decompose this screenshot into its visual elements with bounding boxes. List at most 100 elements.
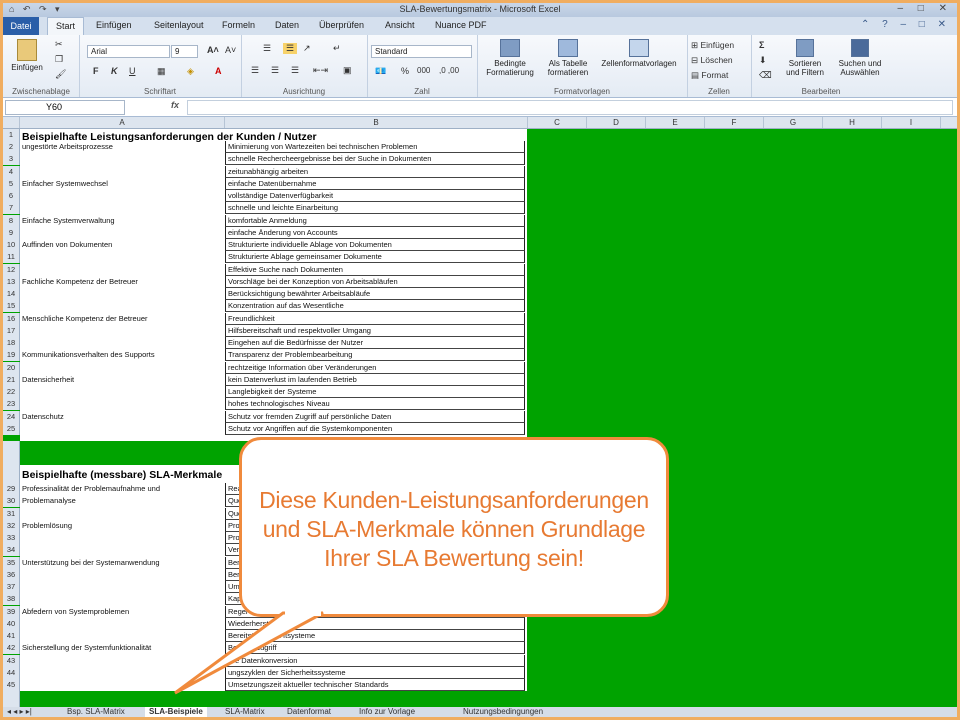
- row-header[interactable]: 5: [3, 177, 20, 190]
- clear-icon[interactable]: ⌫: [759, 70, 772, 81]
- row-header[interactable]: 14: [3, 288, 20, 300]
- wrap-text-icon[interactable]: ↵: [333, 43, 341, 54]
- row-header-gap[interactable]: [3, 441, 20, 465]
- row-header[interactable]: 33: [3, 532, 20, 544]
- cell-b[interactable]: hohes technologisches Niveau: [225, 398, 525, 411]
- number-format-select[interactable]: Standard: [371, 45, 472, 58]
- cell-b[interactable]: schnelle und leichte Einarbeitung: [225, 202, 525, 215]
- column-header-h[interactable]: H: [823, 117, 882, 128]
- cell-b[interactable]: schnelle Rechercheergebnisse bei der Suc…: [225, 153, 525, 166]
- cell-b[interactable]: Schutz vor fremden Zugriff auf persönlic…: [225, 410, 525, 423]
- cell-a[interactable]: [20, 190, 225, 202]
- align-top-icon[interactable]: ☰: [263, 43, 271, 54]
- row-header[interactable]: 4: [3, 165, 20, 178]
- tab-ueberpruefen[interactable]: Überprüfen: [319, 20, 364, 30]
- decimal-icon[interactable]: ,0 ,00: [439, 66, 459, 75]
- row-header[interactable]: 22: [3, 386, 20, 398]
- find-select-button[interactable]: Suchen und Auswählen: [833, 39, 887, 77]
- align-center-icon[interactable]: ☰: [271, 65, 279, 76]
- underline-button[interactable]: U: [129, 66, 136, 76]
- cell-a[interactable]: [20, 423, 225, 435]
- row-header[interactable]: 19: [3, 349, 20, 362]
- cell-a[interactable]: [20, 362, 225, 374]
- cell-a[interactable]: [20, 300, 225, 312]
- sheet-tab-info[interactable]: Info zur Vorlage: [359, 707, 415, 717]
- row-header[interactable]: 2: [3, 141, 20, 153]
- cell-b[interactable]: einfache Änderung von Accounts: [225, 226, 525, 239]
- row-header[interactable]: 25: [3, 422, 20, 435]
- font-size-select[interactable]: 9: [171, 45, 198, 58]
- currency-icon[interactable]: 💶: [375, 66, 386, 77]
- cell-a[interactable]: [20, 398, 225, 410]
- help-icon[interactable]: ⌃ ? – □ ✕: [861, 19, 951, 30]
- cell-a[interactable]: Einfacher Systemwechsel: [20, 178, 225, 190]
- copy-icon[interactable]: ❐: [55, 54, 63, 65]
- cell-a[interactable]: [20, 508, 225, 520]
- merge-icon[interactable]: ▣: [343, 65, 352, 76]
- cell-a[interactable]: [20, 153, 225, 165]
- sheet-tab-datenformat[interactable]: Datenformat: [287, 707, 331, 717]
- cell-a[interactable]: [20, 544, 225, 556]
- row-header[interactable]: 16: [3, 312, 20, 325]
- indent-icon[interactable]: ⇤⇥: [313, 65, 328, 76]
- row-header[interactable]: 10: [3, 239, 20, 251]
- row-header[interactable]: 30: [3, 495, 20, 508]
- select-all-corner[interactable]: [3, 117, 20, 128]
- row-header[interactable]: 17: [3, 324, 20, 337]
- tab-nuance-pdf[interactable]: Nuance PDF: [435, 20, 487, 30]
- name-box[interactable]: Y60: [5, 100, 125, 115]
- cell-b[interactable]: Freundlichkeit: [225, 312, 525, 325]
- cell-a[interactable]: Unterstützung bei der Systemanwendung: [20, 557, 225, 569]
- cell-b[interactable]: Hilfsbereitschaft und respektvoller Umga…: [225, 324, 525, 337]
- paste-button[interactable]: Einfügen: [11, 39, 43, 72]
- row-header[interactable]: 39: [3, 605, 20, 618]
- row-header[interactable]: 15: [3, 300, 20, 313]
- row-header[interactable]: 38: [3, 593, 20, 606]
- cell-b[interactable]: Eingehen auf die Bedürfnisse der Nutzer: [225, 337, 525, 349]
- row-header[interactable]: 34: [3, 544, 20, 557]
- row-header[interactable]: 12: [3, 263, 20, 276]
- tab-einfuegen[interactable]: Einfügen: [96, 20, 132, 30]
- tab-formeln[interactable]: Formeln: [222, 20, 255, 30]
- tab-datei[interactable]: Datei: [3, 17, 39, 35]
- border-icon[interactable]: ▦: [157, 66, 166, 77]
- cell-a[interactable]: [20, 202, 225, 214]
- row-header[interactable]: 41: [3, 630, 20, 642]
- cell-styles-button[interactable]: Zellenformatvorlagen: [595, 39, 683, 68]
- cell-a[interactable]: [20, 288, 225, 300]
- cell-b[interactable]: zeitunabhängig arbeiten: [225, 165, 525, 178]
- cut-icon[interactable]: ✂: [55, 39, 63, 50]
- sheet-tab-nutzungsbedingungen[interactable]: Nutzungsbedingungen: [463, 707, 543, 717]
- cell-a[interactable]: [20, 227, 225, 239]
- sheet-tab-sla-matrix[interactable]: SLA-Matrix: [225, 707, 265, 717]
- row-header[interactable]: 44: [3, 666, 20, 679]
- cell-b[interactable]: einfache Datenübernahme: [225, 177, 525, 190]
- font-name-select[interactable]: Arial: [87, 45, 170, 58]
- bold-button[interactable]: F: [93, 66, 99, 76]
- row-header[interactable]: 24: [3, 410, 20, 423]
- tab-ansicht[interactable]: Ansicht: [385, 20, 415, 30]
- row-header[interactable]: 20: [3, 361, 20, 374]
- orientation-icon[interactable]: ↗: [303, 43, 311, 54]
- cell-b[interactable]: Strukturierte individuelle Ablage von Do…: [225, 239, 525, 251]
- tab-seitenlayout[interactable]: Seitenlayout: [154, 20, 204, 30]
- sheet-nav-buttons[interactable]: ◂ ◂ ▸ ▸|: [7, 707, 32, 717]
- autosum-button[interactable]: Σ: [759, 40, 764, 50]
- row-header[interactable]: 11: [3, 251, 20, 264]
- cell-b[interactable]: Minimierung von Wartezeiten bei technisc…: [225, 141, 525, 153]
- row-header[interactable]: [3, 691, 20, 707]
- font-color-icon[interactable]: A: [215, 66, 222, 76]
- cell-a[interactable]: [20, 166, 225, 178]
- cell-b[interactable]: Transparenz der Problembearbeitung: [225, 349, 525, 362]
- conditional-formatting-button[interactable]: Bedingte Formatierung: [479, 39, 541, 77]
- cell-a[interactable]: [20, 532, 225, 544]
- row-header[interactable]: 37: [3, 581, 20, 593]
- fx-icon[interactable]: fx: [171, 100, 179, 110]
- cell-a[interactable]: Datenschutz: [20, 411, 225, 423]
- sort-filter-button[interactable]: Sortieren und Filtern: [781, 39, 829, 77]
- cell-b[interactable]: kein Datenverlust im laufenden Betrieb: [225, 373, 525, 386]
- format-painter-icon[interactable]: 🖌: [55, 69, 66, 80]
- row-header[interactable]: 42: [3, 642, 20, 655]
- cell-a[interactable]: [20, 325, 225, 337]
- thousands-button[interactable]: 000: [417, 66, 430, 75]
